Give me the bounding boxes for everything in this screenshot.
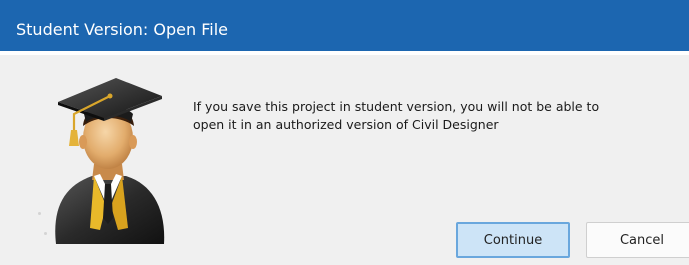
message-line-1: If you save this project in student vers… — [193, 99, 600, 114]
message-line-2: open it in an authorized version of Civi… — [193, 117, 499, 132]
title-bar[interactable]: Student Version: Open File — [0, 0, 689, 55]
dialog-title: Student Version: Open File — [16, 20, 228, 39]
warning-message: If you save this project in student vers… — [193, 98, 673, 134]
decorative-dot — [38, 212, 41, 215]
graduate-student-icon — [34, 68, 184, 246]
cancel-button[interactable]: Cancel — [586, 222, 689, 258]
continue-button[interactable]: Continue — [456, 222, 570, 258]
student-version-dialog: Student Version: Open File If you save t… — [0, 0, 689, 265]
decorative-dot — [44, 232, 47, 235]
